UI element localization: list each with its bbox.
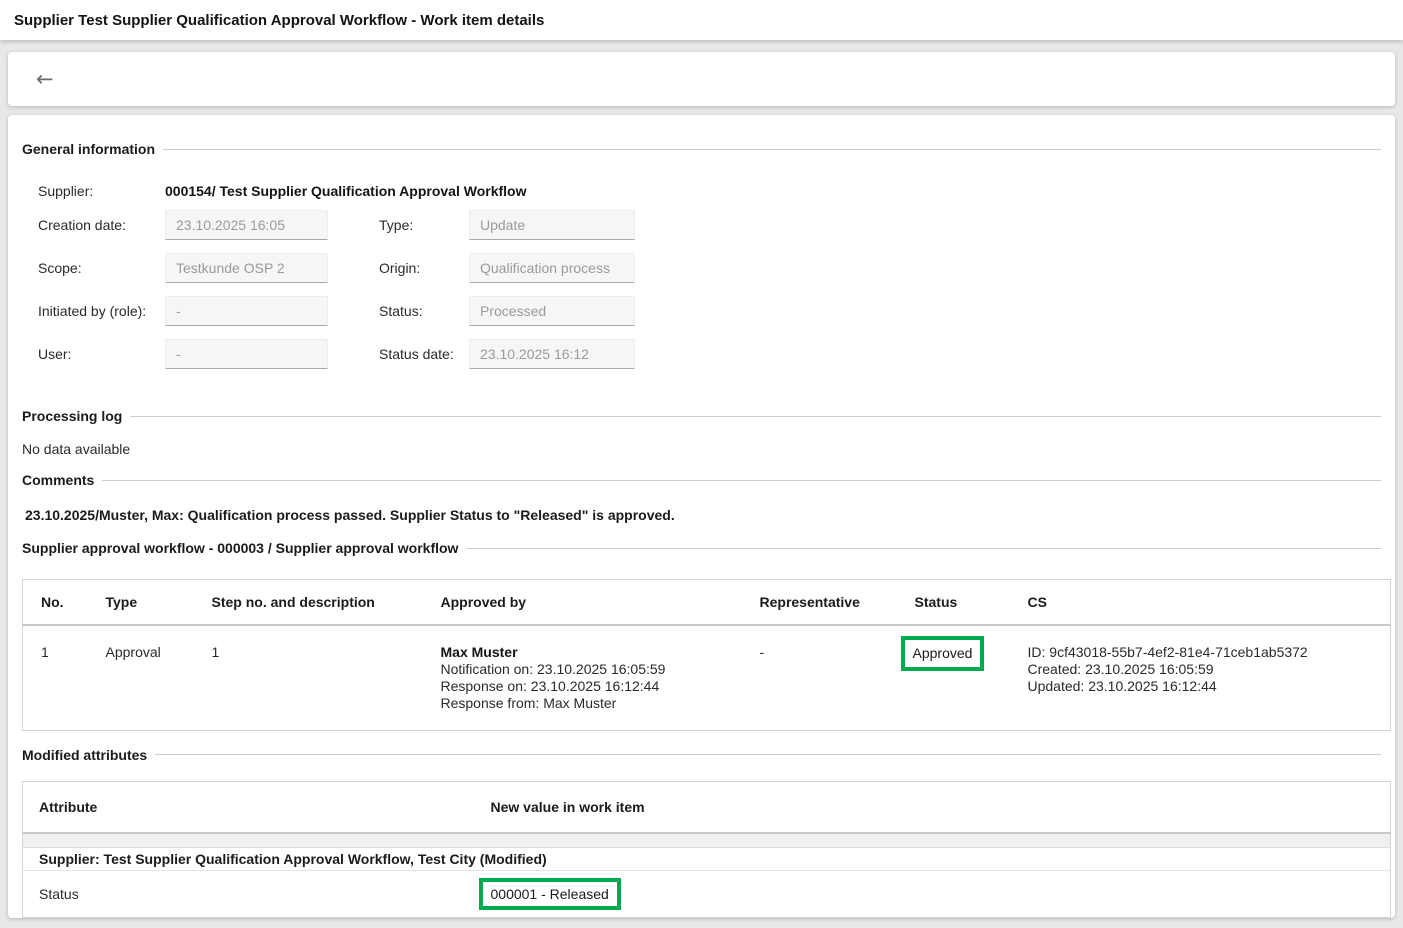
cs-updated-line: Updated: 23.10.2025 16:12:44 <box>1028 678 1391 695</box>
cell-status: Approved <box>897 625 1010 731</box>
field-label: Origin: <box>379 260 469 276</box>
section-title: Processing log <box>22 408 122 424</box>
form-row: Initiated by (role): Status: <box>38 296 1381 326</box>
field-label: Creation date: <box>38 217 165 233</box>
field-label: Status date: <box>379 346 469 362</box>
field-label: User: <box>38 346 165 362</box>
column-header-status: Status <box>897 580 1010 625</box>
column-header-no: No. <box>23 580 88 625</box>
new-value-badge: 000001 - Released <box>479 878 621 910</box>
form-row: User: Status date: <box>38 339 1381 369</box>
status-field[interactable] <box>469 296 635 326</box>
title-bar: Supplier Test Supplier Qualification App… <box>0 0 1403 40</box>
cell-new-value: 000001 - Released <box>475 870 1391 917</box>
section-approval-workflow: Supplier approval workflow - 000003 / Su… <box>22 540 1381 556</box>
group-header-row: Supplier: Test Supplier Qualification Ap… <box>23 847 1391 870</box>
column-header-approved-by: Approved by <box>423 580 742 625</box>
table-row: Status 000001 - Released <box>23 870 1391 917</box>
supplier-label: Supplier: <box>38 183 165 199</box>
cell-type: Approval <box>88 625 194 731</box>
table-row: 1 Approval 1 Max Muster Notification on:… <box>23 625 1391 731</box>
form-row: Scope: Origin: <box>38 253 1381 283</box>
work-item-details-page: Supplier Test Supplier Qualification App… <box>0 0 1403 928</box>
column-header-cs: CS <box>1010 580 1391 625</box>
page-title: Supplier Test Supplier Qualification App… <box>14 12 544 29</box>
column-header-representative: Representative <box>742 580 897 625</box>
table-header-row: Attribute New value in work item <box>23 781 1391 833</box>
notification-on-line: Notification on: 23.10.2025 16:05:59 <box>441 661 742 678</box>
column-header-attribute: Attribute <box>23 781 475 833</box>
details-card: General information Supplier: 000154/ Te… <box>8 115 1395 918</box>
status-badge: Approved <box>901 636 985 671</box>
column-header-type: Type <box>88 580 194 625</box>
field-label: Status: <box>379 303 469 319</box>
supplier-value: 000154/ Test Supplier Qualification Appr… <box>165 183 527 199</box>
column-header-new-value: New value in work item <box>475 781 1391 833</box>
section-title: Supplier approval workflow - 000003 / Su… <box>22 540 458 556</box>
creation-date-field[interactable] <box>165 210 328 240</box>
cell-representative: - <box>742 625 897 731</box>
section-title: General information <box>22 141 155 157</box>
section-title: Modified attributes <box>22 747 147 763</box>
section-comments: Comments <box>22 472 1381 488</box>
toolbar: ← <box>8 52 1395 106</box>
approver-name: Max Muster <box>441 644 742 661</box>
cs-created-line: Created: 23.10.2025 16:05:59 <box>1028 661 1391 678</box>
scope-field[interactable] <box>165 253 328 283</box>
no-data-text: No data available <box>22 441 1381 457</box>
approval-workflow-table: No. Type Step no. and description Approv… <box>22 579 1391 731</box>
initiated-by-field[interactable] <box>165 296 328 326</box>
response-on-line: Response on: 23.10.2025 16:12:44 <box>441 678 742 695</box>
table-header-row: No. Type Step no. and description Approv… <box>23 580 1391 625</box>
back-arrow-icon: ← <box>36 67 54 91</box>
section-general-information: General information <box>22 141 1381 157</box>
supplier-row: Supplier: 000154/ Test Supplier Qualific… <box>38 181 1381 201</box>
modified-attributes-table: Attribute New value in work item Supplie… <box>22 781 1391 918</box>
form-row: Creation date: Type: <box>38 210 1381 240</box>
column-header-step: Step no. and description <box>194 580 423 625</box>
type-field[interactable] <box>469 210 635 240</box>
user-field[interactable] <box>165 339 328 369</box>
field-label: Initiated by (role): <box>38 303 165 319</box>
section-modified-attributes: Modified attributes <box>22 747 1381 763</box>
comment-entry: 23.10.2025/Muster, Max: Qualification pr… <box>25 507 1381 523</box>
back-button[interactable]: ← <box>30 65 60 94</box>
field-label: Scope: <box>38 260 165 276</box>
cell-no: 1 <box>23 625 88 731</box>
group-header-text: Supplier: Test Supplier Qualification Ap… <box>23 847 1391 870</box>
section-processing-log: Processing log <box>22 408 1381 424</box>
field-label: Type: <box>379 217 469 233</box>
status-date-field[interactable] <box>469 339 635 369</box>
response-from-line: Response from: Max Muster <box>441 695 742 712</box>
cs-id-line: ID: 9cf43018-55b7-4ef2-81e4-71ceb1ab5372 <box>1028 644 1391 661</box>
cell-attribute: Status <box>23 870 475 917</box>
section-title: Comments <box>22 472 94 488</box>
cell-step: 1 <box>194 625 423 731</box>
cell-approved-by: Max Muster Notification on: 23.10.2025 1… <box>423 625 742 731</box>
origin-field[interactable] <box>469 253 635 283</box>
cell-cs: ID: 9cf43018-55b7-4ef2-81e4-71ceb1ab5372… <box>1010 625 1391 731</box>
group-spacer-row <box>23 833 1391 847</box>
